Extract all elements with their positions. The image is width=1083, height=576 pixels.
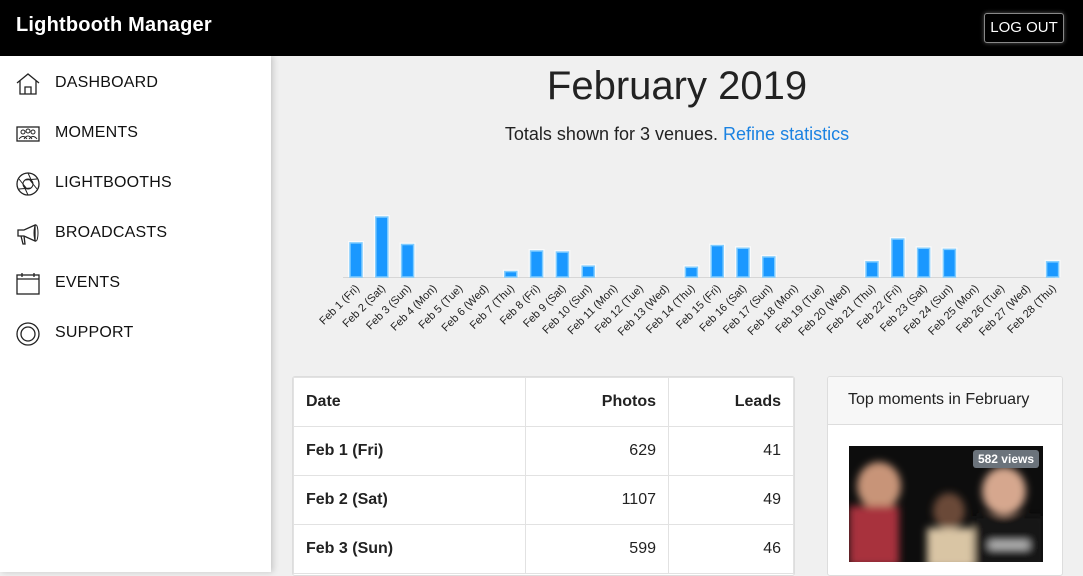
moment-thumbnail[interactable]: 582 views: [849, 446, 1043, 562]
bar[interactable]: [916, 247, 931, 278]
views-badge: 582 views: [972, 450, 1039, 468]
bar[interactable]: [555, 251, 570, 278]
bar[interactable]: [710, 244, 724, 278]
sidebar-item-support[interactable]: SUPPORT: [0, 314, 271, 354]
sidebar-item-label: EVENTS: [55, 274, 121, 291]
bar[interactable]: [375, 216, 389, 278]
page-title: February 2019: [546, 64, 808, 108]
aperture-icon: [16, 172, 40, 196]
subtitle-prefix: Totals shown for: [504, 124, 640, 144]
bar[interactable]: [684, 266, 699, 278]
bar[interactable]: [865, 261, 879, 278]
subtitle: Totals shown for 3 venues. Refine statis…: [271, 124, 1083, 145]
logout-button[interactable]: LOG OUT: [984, 13, 1064, 43]
cell-photos: 1107: [525, 475, 669, 525]
cell-leads: 46: [668, 524, 794, 574]
photos-bar-chart: Feb 1 (Fri)Feb 2 (Sat)Feb 3 (Sun)Feb 4 (…: [317, 215, 1061, 339]
bar[interactable]: [1045, 261, 1060, 278]
app-title: Lightbooth Manager: [16, 14, 212, 36]
sidebar-item-lightbooths[interactable]: LIGHTBOOTHS: [0, 164, 271, 204]
bar[interactable]: [942, 248, 957, 278]
sidebar-item-label: DASHBOARD: [55, 74, 159, 91]
bar[interactable]: [349, 242, 363, 278]
sidebar-item-broadcasts[interactable]: BROADCASTS: [0, 214, 271, 254]
venue-count: 3: [639, 124, 650, 144]
support-icon: [16, 322, 40, 346]
daily-stats-table: Date Photos Leads Feb 1 (Fri) 629 41 Feb…: [293, 377, 794, 574]
bar[interactable]: [736, 247, 750, 278]
bar[interactable]: [762, 256, 776, 278]
sidebar-item-dashboard[interactable]: DASHBOARD: [0, 64, 271, 104]
header-date[interactable]: Date: [293, 377, 526, 427]
moments-icon: [16, 126, 40, 142]
bar[interactable]: [400, 243, 415, 278]
calendar-icon: [16, 273, 40, 295]
header-photos[interactable]: Photos: [525, 377, 669, 427]
sidebar-item-events[interactable]: EVENTS: [0, 264, 271, 304]
table-row: Feb 1 (Fri) 629 41: [293, 426, 794, 476]
daily-stats-table-card: Date Photos Leads Feb 1 (Fri) 629 41 Feb…: [292, 376, 795, 576]
bar[interactable]: [581, 265, 595, 278]
cell-date: Feb 3 (Sun): [293, 524, 526, 574]
cell-photos: 599: [525, 524, 669, 574]
sidebar-item-label: LIGHTBOOTHS: [55, 174, 172, 191]
sidebar: DASHBOARD MOMENTS LIGHTBOOTHS BROADCASTS…: [0, 56, 271, 572]
cell-leads: 49: [668, 475, 794, 525]
sidebar-item-label: SUPPORT: [55, 324, 134, 341]
top-bar: Lightbooth Manager LOG OUT: [0, 0, 1083, 56]
table-row: Feb 2 (Sat) 1107 49: [293, 475, 794, 525]
cell-leads: 41: [668, 426, 794, 476]
table-header-row: Date Photos Leads: [293, 377, 794, 427]
megaphone-icon: [17, 223, 39, 245]
subtitle-suffix: venues.: [649, 124, 724, 144]
bar[interactable]: [891, 238, 905, 278]
sidebar-item-moments[interactable]: MOMENTS: [0, 114, 271, 154]
bar[interactable]: [529, 250, 544, 278]
table-row: Feb 3 (Sun) 599 46: [293, 524, 794, 574]
cell-date: Feb 2 (Sat): [293, 475, 526, 525]
refine-statistics-link[interactable]: Refine statistics: [723, 124, 849, 144]
sidebar-item-label: MOMENTS: [55, 124, 139, 141]
bar[interactable]: [504, 270, 518, 278]
cell-date: Feb 1 (Fri): [293, 426, 526, 476]
home-icon: [16, 73, 40, 95]
top-moments-title: Top moments in February: [828, 377, 1062, 425]
sidebar-item-label: BROADCASTS: [55, 224, 168, 241]
cell-photos: 629: [525, 426, 669, 476]
header-leads[interactable]: Leads: [668, 377, 794, 427]
top-moments-card: Top moments in February 582 views: [827, 376, 1063, 576]
